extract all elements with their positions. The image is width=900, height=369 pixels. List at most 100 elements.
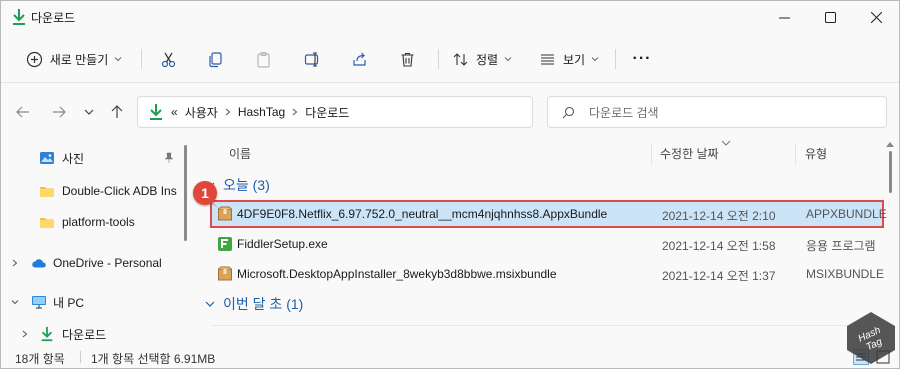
chevron-down-icon: [591, 57, 599, 62]
nav-item-this-pc[interactable]: 내 PC: [1, 289, 181, 315]
callout-badge: 1: [193, 181, 217, 205]
breadcrumb-hashtag[interactable]: HashTag: [238, 105, 285, 119]
copy-button[interactable]: [198, 43, 232, 75]
sort-button[interactable]: 정렬: [447, 43, 517, 75]
nav-item-downloads[interactable]: 다운로드: [1, 321, 181, 346]
file-type: MSIXBUNDLE: [806, 267, 885, 281]
item-count: 18개 항목: [15, 352, 65, 366]
folder-icon: [40, 218, 54, 228]
title-bar: 다운로드: [1, 1, 899, 33]
status-divider: [80, 351, 81, 363]
maximize-button[interactable]: [807, 1, 853, 33]
search-icon: [562, 106, 575, 118]
more-options-button[interactable]: ···: [625, 43, 659, 75]
paste-button[interactable]: [246, 43, 280, 75]
folder-icon: [40, 187, 54, 197]
status-bar: 18개 항목 1개 항목 선택함 6.91MB: [1, 346, 899, 368]
column-header-type[interactable]: 유형: [805, 139, 827, 167]
nav-label: 사진: [62, 151, 85, 166]
selection-info: 1개 항목 선택함 6.91MB: [91, 352, 216, 366]
partial-file-row[interactable]: [211, 325, 883, 346]
column-header-modified[interactable]: 수정한 날짜: [660, 139, 719, 167]
close-icon: [870, 11, 882, 23]
file-row[interactable]: FiddlerSetup.exe 2021-12-14 오전 1:58 응용 프…: [211, 231, 883, 257]
file-type: APPXBUNDLE: [806, 207, 887, 221]
chevron-right-icon[interactable]: [225, 108, 231, 116]
nav-label: Double-Click ADB Ins: [62, 184, 177, 198]
file-row[interactable]: 4DF9E0F8.Netflix_6.97.752.0_neutral__mcm…: [210, 200, 887, 228]
breadcrumb-overflow[interactable]: «: [171, 105, 178, 119]
minimize-button[interactable]: [761, 1, 807, 33]
plus-circle-icon: [26, 51, 42, 67]
package-icon: [218, 266, 232, 281]
delete-button[interactable]: [390, 43, 424, 75]
scroll-up-icon[interactable]: [886, 141, 894, 147]
file-row[interactable]: Microsoft.DesktopAppInstaller_8wekyb3d8b…: [211, 261, 885, 287]
scissors-icon: [161, 52, 175, 67]
group-label: 오늘 (3): [223, 177, 270, 193]
download-icon: [13, 9, 25, 25]
file-list: 이름 수정한 날짜 유형 오늘 (3) 4DF9E0F8.Netflix_6.9…: [199, 139, 889, 346]
sort-label: 정렬: [475, 52, 499, 67]
search-box[interactable]: 다운로드 검색: [547, 96, 887, 128]
computer-icon: [32, 296, 46, 309]
breadcrumb-users[interactable]: 사용자: [185, 104, 218, 121]
group-header-earlier-this-month[interactable]: 이번 달 초 (1): [199, 292, 303, 316]
navigation-pane: 사진 Double-Click ADB Ins platform-tools O…: [1, 141, 189, 346]
share-button[interactable]: [342, 43, 376, 75]
sort-chevron-icon: [721, 140, 731, 146]
view-button[interactable]: 보기: [533, 43, 605, 75]
cloud-icon: [32, 259, 46, 268]
maximize-icon: [824, 11, 836, 23]
minimize-icon: [778, 17, 790, 18]
copy-icon: [208, 51, 222, 67]
explorer-window: 다운로드 새로 만들기 정렬 보기 ··· « 사용자 HashTag 다운로드…: [0, 0, 900, 369]
new-label: 새로 만들기: [49, 52, 109, 67]
trash-icon: [401, 52, 413, 67]
file-name: FiddlerSetup.exe: [237, 237, 328, 251]
nav-item-platform-tools[interactable]: platform-tools: [1, 209, 181, 235]
nav-label: 다운로드: [62, 327, 107, 342]
toolbar-divider: [438, 49, 439, 69]
pictures-icon: [40, 152, 54, 164]
chevron-down-icon[interactable]: [11, 298, 19, 306]
back-button[interactable]: [11, 100, 35, 124]
view-lines-icon: [540, 54, 554, 64]
close-button[interactable]: [853, 1, 899, 33]
pin-icon[interactable]: [163, 152, 175, 164]
nav-label: 내 PC: [53, 295, 85, 310]
chevron-down-icon: [84, 109, 94, 115]
file-type: 응용 프로그램: [806, 239, 876, 253]
column-divider[interactable]: [795, 143, 796, 165]
cut-button[interactable]: [151, 43, 185, 75]
new-button[interactable]: 새로 만들기: [15, 43, 133, 75]
chevron-right-icon[interactable]: [21, 330, 29, 338]
chevron-down-icon: [205, 301, 215, 307]
up-button[interactable]: [105, 100, 129, 124]
download-icon: [150, 104, 162, 120]
chevron-right-icon[interactable]: [292, 108, 298, 116]
command-bar: 새로 만들기 정렬 보기 ···: [1, 35, 899, 83]
nav-item-pictures[interactable]: 사진: [1, 145, 181, 171]
forward-button[interactable]: [47, 100, 71, 124]
nav-scrollbar-thumb[interactable]: [184, 145, 187, 241]
file-date: 2021-12-14 오전 1:37: [662, 269, 776, 283]
column-divider[interactable]: [651, 143, 652, 165]
chevron-right-icon[interactable]: [11, 259, 19, 267]
rename-button[interactable]: [295, 43, 329, 75]
nav-item-onedrive[interactable]: OneDrive - Personal: [1, 250, 181, 276]
address-bar[interactable]: « 사용자 HashTag 다운로드: [137, 96, 533, 128]
scrollbar-thumb[interactable]: [889, 151, 892, 193]
search-placeholder[interactable]: 다운로드 검색: [589, 104, 659, 121]
package-icon: [218, 206, 232, 221]
share-icon: [352, 52, 366, 66]
nav-label: platform-tools: [62, 215, 135, 229]
sort-icon: [453, 52, 468, 66]
view-label: 보기: [562, 52, 586, 67]
file-name: Microsoft.DesktopAppInstaller_8wekyb3d8b…: [237, 267, 557, 281]
nav-item-double-click-adb[interactable]: Double-Click ADB Ins: [1, 178, 181, 204]
column-header-name[interactable]: 이름: [229, 139, 251, 167]
breadcrumb-downloads[interactable]: 다운로드: [305, 104, 349, 121]
fiddler-icon: [218, 237, 232, 251]
recent-locations-button[interactable]: [77, 100, 101, 124]
